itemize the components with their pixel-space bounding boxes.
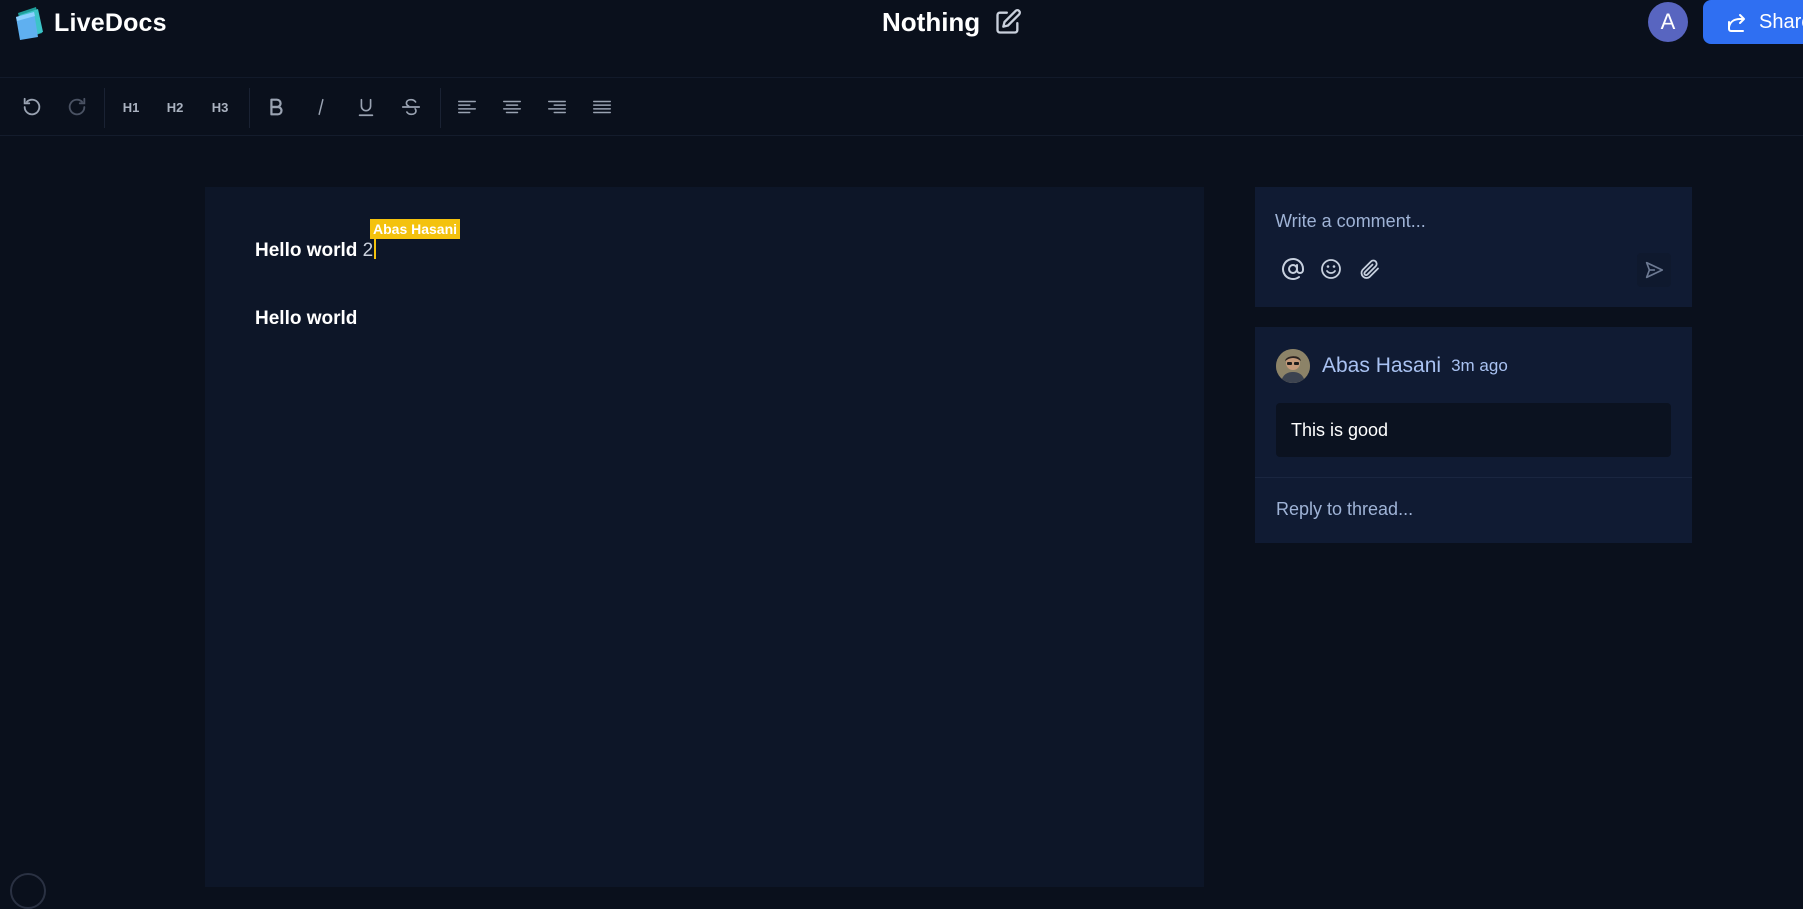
comment-thread: Abas Hasani 3m ago This is good Reply to… [1255,327,1692,543]
italic-icon [318,98,324,116]
app-name: LiveDocs [54,8,167,37]
comment-timestamp: 3m ago [1451,356,1508,375]
redo-icon [68,97,86,116]
comment-input[interactable]: Write a comment... [1275,207,1665,235]
heading-1-button[interactable]: H1 [113,89,149,125]
thread-divider [1255,477,1692,478]
align-center-button[interactable] [494,89,530,125]
comment-body: This is good [1276,403,1671,457]
collaborator-cursor-label: Abas Hasani [370,219,461,239]
underline-icon [358,98,374,117]
user-photo-icon [1276,349,1310,383]
align-right-button[interactable] [539,89,575,125]
document-title-area: Nothing [882,4,1022,40]
comment-composer: Write a comment... [1255,187,1692,307]
send-comment-button[interactable] [1637,253,1671,287]
align-left-icon [458,100,476,114]
align-right-icon [548,100,566,114]
bold-button[interactable] [258,89,294,125]
send-icon [1645,261,1664,279]
user-avatar-button[interactable]: A [1648,2,1688,42]
align-center-icon [503,100,521,114]
undo-button[interactable] [14,89,50,125]
collaborator-caret [374,238,377,259]
italic-button[interactable] [303,89,339,125]
paragraph-1[interactable]: Hello world 2 [255,238,377,262]
emoji-icon[interactable] [1319,257,1343,281]
heading-1-label: H1 [122,99,140,115]
redo-button[interactable] [59,89,95,125]
help-button[interactable] [10,873,46,909]
composer-tools [1281,257,1381,285]
share-icon [1728,14,1745,32]
folder-logo-icon [16,7,43,40]
strikethrough-button[interactable] [393,89,429,125]
align-left-button[interactable] [449,89,485,125]
toolbar-divider [440,88,441,128]
underline-button[interactable] [348,89,384,125]
formatting-toolbar: H1 H2 H3 [0,78,1803,136]
heading-2-label: H2 [166,99,184,115]
heading-3-button[interactable]: H3 [202,89,238,125]
heading-2-button[interactable]: H2 [157,89,193,125]
avatar [1276,349,1310,383]
document-editor[interactable]: Abas Hasani Hello world 2 Hello world [205,187,1204,887]
attachment-icon[interactable] [1357,257,1381,281]
document-title[interactable]: Nothing [882,7,980,38]
paragraph-1-typed-text: 2 [357,240,374,261]
share-label: Share [1759,10,1803,33]
undo-icon [23,97,41,116]
comment-header: Abas Hasani 3m ago [1276,348,1508,384]
toolbar-divider [249,88,250,128]
toolbar-divider [104,88,105,128]
paragraph-1-bold-text: Hello world [255,240,358,261]
heading-3-label: H3 [211,99,229,115]
align-justify-icon [593,100,611,114]
share-button[interactable]: Share [1703,0,1803,44]
avatar-initial: A [1660,9,1676,34]
reply-input[interactable]: Reply to thread... [1276,495,1413,523]
bold-icon [270,98,283,116]
comment-author: Abas Hasani [1322,354,1442,377]
edit-icon[interactable] [994,8,1022,36]
app-logo[interactable]: LiveDocs [14,4,167,42]
mention-icon[interactable] [1281,257,1305,281]
strikethrough-icon [401,98,421,116]
top-header: LiveDocs Nothing A Share [0,0,1803,78]
align-justify-button[interactable] [584,89,620,125]
paragraph-2[interactable]: Hello world [255,308,357,330]
